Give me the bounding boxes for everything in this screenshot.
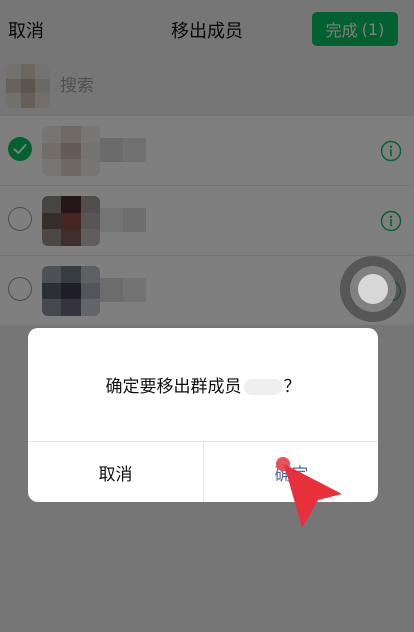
redacted-name (243, 379, 282, 395)
dialog-message-text: 确定要移出群成员 (105, 377, 242, 397)
arrow-pointer-icon (284, 464, 342, 528)
dialog-cancel-button[interactable]: 取消 (28, 442, 203, 502)
dialog-message-suffix: ？ (283, 377, 301, 397)
dialog-message: 确定要移出群成员 ？ (28, 372, 378, 397)
modal-overlay[interactable] (0, 0, 414, 632)
assistive-touch-button[interactable] (340, 256, 406, 322)
